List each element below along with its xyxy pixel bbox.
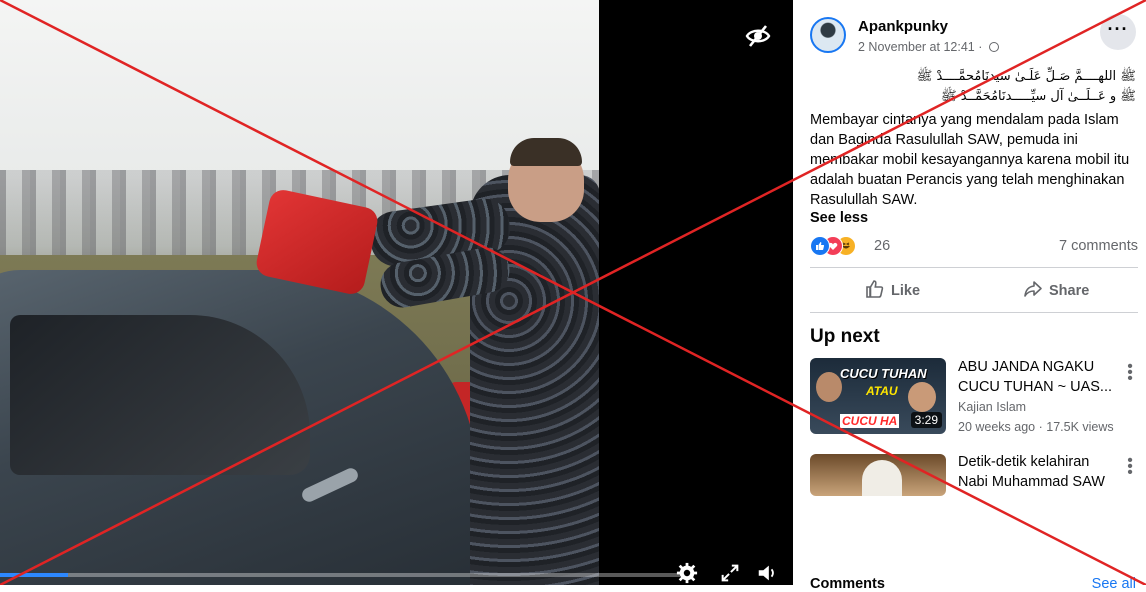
video-thumbnail[interactable]: CUCU TUHAN ATAU CUCU HA 3:29 (810, 358, 946, 434)
divider (810, 312, 1138, 313)
video-title[interactable]: ABU JANDA NGAKU CUCU TUHAN ~ UAS... (958, 357, 1118, 397)
see-less-link[interactable]: See less (810, 210, 868, 226)
video-progress-bar[interactable] (0, 573, 680, 577)
speaker-icon[interactable] (755, 562, 779, 584)
globe-icon (988, 42, 999, 52)
comments-heading: Comments (810, 576, 885, 592)
video-thumbnail[interactable] (810, 454, 946, 496)
divider (810, 267, 1138, 268)
post-panel: Apankpunky 2 November at 12:41 · ··· ﷺ ا… (793, 0, 1146, 592)
post-author[interactable]: Apankpunky (858, 18, 948, 35)
post-date[interactable]: 2 November at 12:41 (858, 40, 975, 54)
like-button[interactable]: Like (865, 279, 920, 303)
thumbnail-text: ATAU (866, 384, 898, 398)
video-channel[interactable]: Kajian Islam (958, 400, 1026, 414)
video-title[interactable]: Detik-detik kelahiran Nabi Muhammad SAW (958, 452, 1118, 492)
video-player[interactable] (0, 0, 793, 585)
share-button-label: Share (1049, 283, 1090, 299)
thumbnail-text: CUCU TUHAN (840, 366, 927, 381)
see-all-link[interactable]: See all (1092, 576, 1136, 592)
expand-icon[interactable] (718, 562, 742, 584)
video-frame[interactable] (0, 0, 599, 585)
video-stats: 20 weeks ago · 17.5K views (958, 420, 1114, 434)
video-progress-fill (0, 573, 68, 577)
like-reaction-icon (810, 236, 830, 256)
share-arrow-icon (1024, 281, 1042, 297)
more-options-button[interactable]: ··· (1100, 14, 1136, 50)
up-next-heading: Up next (810, 326, 880, 347)
comments-count-link[interactable]: 7 comments (1059, 238, 1138, 254)
kebab-menu-icon[interactable]: • • • (1126, 453, 1134, 481)
thumbnail-person (862, 460, 902, 496)
post-text: Membayar cintanya yang mendalam pada Isl… (810, 112, 1130, 208)
video-duration: 3:29 (910, 412, 942, 428)
avatar[interactable] (810, 17, 846, 53)
thumbnail-person (908, 382, 936, 412)
share-button[interactable]: Share (1023, 279, 1089, 303)
thumbnail-person (816, 372, 842, 402)
post-arabic-line-1: ﷺ اللهــــمَّ صَـلِّ عَلَـىٰ سيدنَامُحمَ… (916, 69, 1136, 84)
kebab-menu-icon[interactable]: • • • (1126, 359, 1134, 387)
like-button-label: Like (891, 283, 921, 299)
eye-slash-icon[interactable] (744, 22, 772, 50)
thumbs-up-icon (866, 280, 884, 298)
gear-icon[interactable] (675, 562, 699, 584)
meta-separator: · (978, 40, 983, 54)
post-meta: 2 November at 12:41 · (858, 40, 999, 54)
man-hair (510, 138, 582, 166)
reactions-count[interactable]: 26 (874, 238, 890, 254)
thumbnail-text: CUCU HA (840, 414, 900, 428)
post-arabic-line-2: ﷺ و عَــلَــىٰ آل سيِّـــــدنَامُحَمَّــ… (940, 89, 1136, 104)
